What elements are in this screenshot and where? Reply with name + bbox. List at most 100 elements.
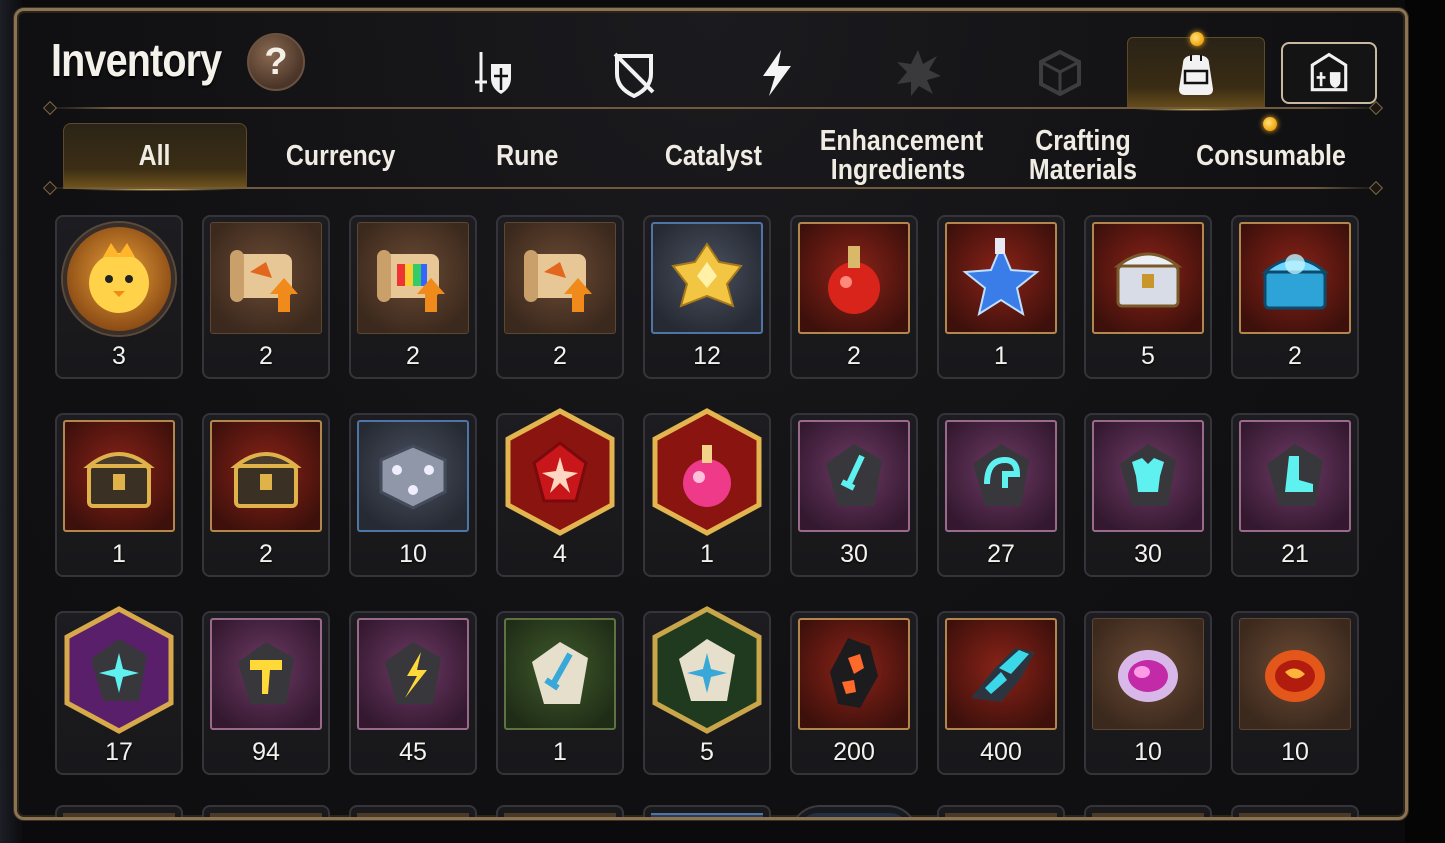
sword-shield-icon [475,52,511,94]
armor-rune-stone-icon [1092,420,1204,532]
category-energy[interactable] [707,37,845,109]
item-quantity: 10 [399,540,427,568]
item-slot[interactable]: 200 [790,611,918,775]
item-quantity: 17 [105,738,133,766]
tab-all[interactable]: All [63,123,247,191]
item-quantity: 1 [112,540,126,568]
item-slot-partial[interactable] [790,805,918,817]
item-slot[interactable]: 1 [937,215,1065,379]
category-storage[interactable] [1281,42,1377,104]
item-quantity: 1 [994,342,1008,370]
item-quantity: 12 [693,342,721,370]
broken-shield-icon [613,52,655,98]
item-slot[interactable]: 2 [1231,215,1359,379]
castle-icon [1310,52,1348,92]
tab-rune[interactable]: Rune [435,123,619,189]
item-quantity: 10 [1281,738,1309,766]
item-quantity: 2 [553,342,567,370]
helmet-rune-stone-icon [945,420,1057,532]
consumable-badge [1263,117,1277,131]
lightning-icon [763,50,791,96]
item-slot[interactable]: 10 [349,413,477,577]
lightning-rune-stone-icon [357,618,469,730]
chick-mascot-icon [63,223,175,335]
item-quantity: 94 [252,738,280,766]
item-slot-partial[interactable] [349,805,477,817]
teal-crystal-ore-icon [945,618,1057,730]
item-slot[interactable]: 17 [55,606,183,775]
gold-chest-icon [210,420,322,532]
item-slot[interactable]: 12 [643,215,771,379]
sword-rune-stone-icon [798,420,910,532]
tab-currency[interactable]: Currency [249,123,433,189]
tabs-divider [45,187,1381,189]
item-slot[interactable]: 10 [1231,611,1359,775]
item-slot[interactable]: 3 [55,215,183,379]
pink-potion-icon [649,407,765,537]
category-burst[interactable] [849,37,987,109]
category-cube[interactable] [991,37,1129,109]
item-quantity: 2 [847,342,861,370]
item-slot[interactable]: 1 [55,413,183,577]
tab-consumable[interactable]: Consumable [1179,123,1363,189]
item-slot[interactable]: 2 [790,215,918,379]
item-slot[interactable]: 5 [643,606,771,775]
tab-enhancement-ingredients[interactable]: Enhancement Ingredients [807,123,989,189]
item-slot[interactable]: 45 [349,611,477,775]
silver-dice-box-icon [357,420,469,532]
item-slot[interactable]: 10 [1084,611,1212,775]
item-quantity: 2 [1288,342,1302,370]
backpack-badge [1190,32,1204,46]
hammer-rune-stone-icon [210,618,322,730]
star-bottle-icon [945,222,1057,334]
item-slot[interactable]: 5 [1084,215,1212,379]
item-slot[interactable]: 4 [496,408,624,577]
red-crystal-shard-icon [502,407,618,537]
inventory-panel: Inventory ? All Currency Rune Catalyst E… [14,8,1408,820]
item-slot[interactable]: 400 [937,611,1065,775]
backpack-icon [1179,54,1213,95]
red-potion-icon [798,222,910,334]
tab-crafting-materials[interactable]: Crafting Materials [993,123,1173,189]
item-slot[interactable]: 27 [937,413,1065,577]
item-slot[interactable]: 1 [643,408,771,577]
item-quantity: 45 [399,738,427,766]
item-quantity: 400 [980,738,1022,766]
silver-chest-icon [1092,222,1204,334]
category-equipment[interactable] [423,37,561,109]
scroll-upgrade-icon [210,222,322,334]
scroll-upgrade-icon [504,222,616,334]
item-quantity: 2 [406,342,420,370]
item-slot-partial[interactable] [55,805,183,817]
item-slot[interactable]: 30 [790,413,918,577]
item-slot[interactable]: 30 [1084,413,1212,577]
item-slot-partial[interactable] [202,805,330,817]
item-slot[interactable]: 2 [202,215,330,379]
burst-icon [897,50,941,96]
item-slot[interactable]: 1 [496,611,624,775]
item-slot-partial[interactable] [643,805,771,817]
item-slot-partial[interactable] [1084,805,1212,817]
tab-catalyst[interactable]: Catalyst [621,123,805,189]
header-divider [45,107,1381,109]
item-quantity: 21 [1281,540,1309,568]
item-slot[interactable]: 2 [496,215,624,379]
item-quantity: 200 [833,738,875,766]
item-slot[interactable]: 2 [349,215,477,379]
item-quantity: 1 [553,738,567,766]
item-slot-partial[interactable] [496,805,624,817]
item-quantity: 10 [1134,738,1162,766]
gold-crystal-cluster-icon [651,222,763,334]
star-white-stone-icon [649,605,765,735]
category-backpack[interactable] [1127,32,1265,111]
item-quantity: 4 [553,540,567,568]
item-slot[interactable]: 2 [202,413,330,577]
category-broken-gear[interactable] [565,37,703,109]
item-slot[interactable]: 21 [1231,413,1359,577]
item-quantity: 27 [987,540,1015,568]
item-slot[interactable]: 94 [202,611,330,775]
item-slot-partial[interactable] [1231,805,1359,817]
item-quantity: 2 [259,540,273,568]
item-quantity: 5 [1141,342,1155,370]
item-slot-partial[interactable] [937,805,1065,817]
